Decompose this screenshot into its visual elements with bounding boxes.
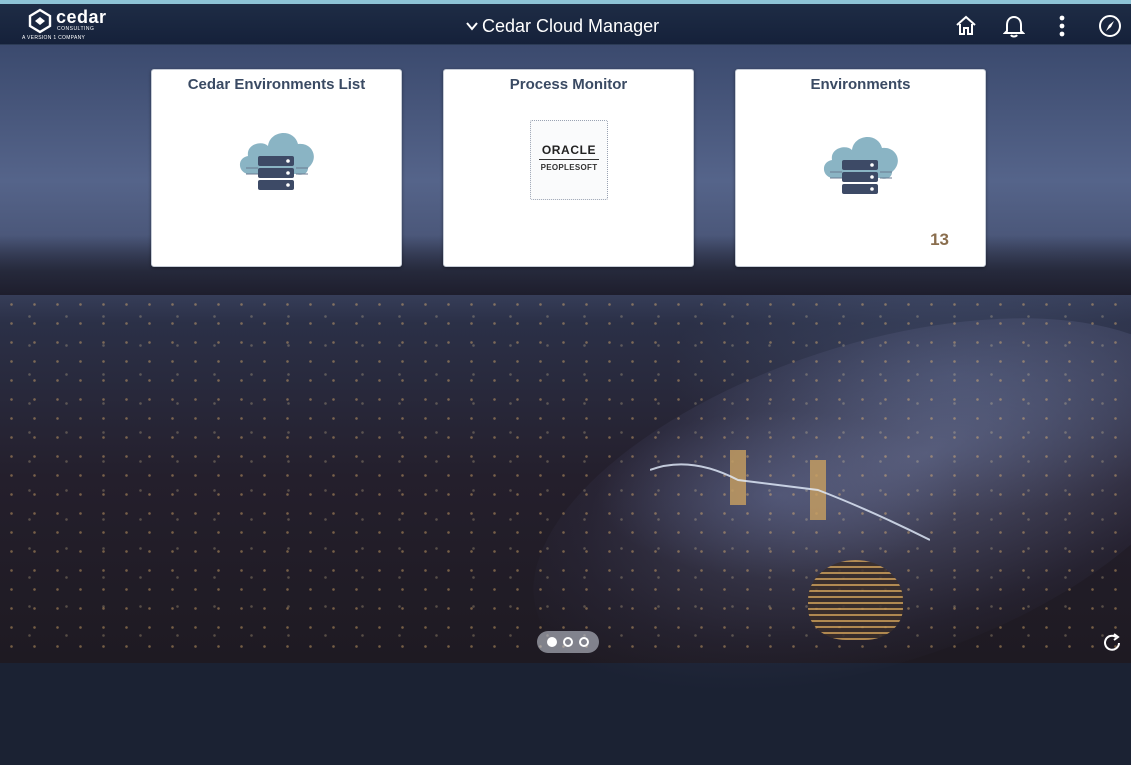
more-vertical-icon	[1059, 15, 1065, 37]
cedar-logo[interactable]: cedar CONSULTING A VERSION 1 COMPANY	[20, 6, 106, 44]
cloud-server-icon	[239, 132, 314, 190]
compass-icon	[1099, 15, 1121, 37]
page-dot-2[interactable]	[563, 637, 573, 647]
tile-process-monitor[interactable]: Process Monitor ORACLE PEOPLESOFT	[443, 69, 694, 267]
page-title: Cedar Cloud Manager	[482, 15, 660, 36]
chevron-down-icon	[466, 21, 478, 31]
home-button[interactable]	[953, 13, 979, 39]
refresh-icon	[1104, 633, 1120, 651]
navbar-button[interactable]	[1097, 13, 1123, 39]
page-dot-1[interactable]	[547, 637, 557, 647]
tile-environments[interactable]: Environments 13	[735, 69, 986, 267]
logo-tagline: A VERSION 1 COMPANY	[22, 35, 86, 41]
tile-title: Environments	[810, 76, 911, 93]
page-indicator	[537, 631, 599, 653]
actions-menu-button[interactable]	[1049, 13, 1075, 39]
logo-word: cedar	[56, 7, 107, 27]
notifications-button[interactable]	[1001, 13, 1027, 39]
tile-cedar-environments-list[interactable]: Cedar Environments List	[151, 69, 402, 267]
logo-subtext: CONSULTING	[57, 26, 95, 32]
peoplesoft-logo-word: PEOPLESOFT	[540, 163, 598, 172]
tile-title: Process Monitor	[509, 76, 628, 93]
bridge-graphic	[650, 450, 930, 541]
tile-title: Cedar Environments List	[187, 76, 366, 93]
cloud-server-icon	[823, 136, 898, 194]
refresh-button[interactable]	[1100, 631, 1124, 655]
oracle-logo-word: ORACLE	[541, 143, 597, 157]
cedar-logo-mark-icon	[28, 8, 52, 34]
page-dot-3[interactable]	[579, 637, 589, 647]
app-header: cedar CONSULTING A VERSION 1 COMPANY Ced…	[0, 4, 1131, 45]
bell-icon	[1003, 15, 1025, 38]
oracle-peoplesoft-logo: ORACLE PEOPLESOFT	[530, 120, 608, 200]
app-title-dropdown[interactable]: Cedar Cloud Manager	[466, 14, 659, 38]
home-icon	[956, 15, 976, 35]
environments-count-badge: 13	[930, 230, 949, 249]
